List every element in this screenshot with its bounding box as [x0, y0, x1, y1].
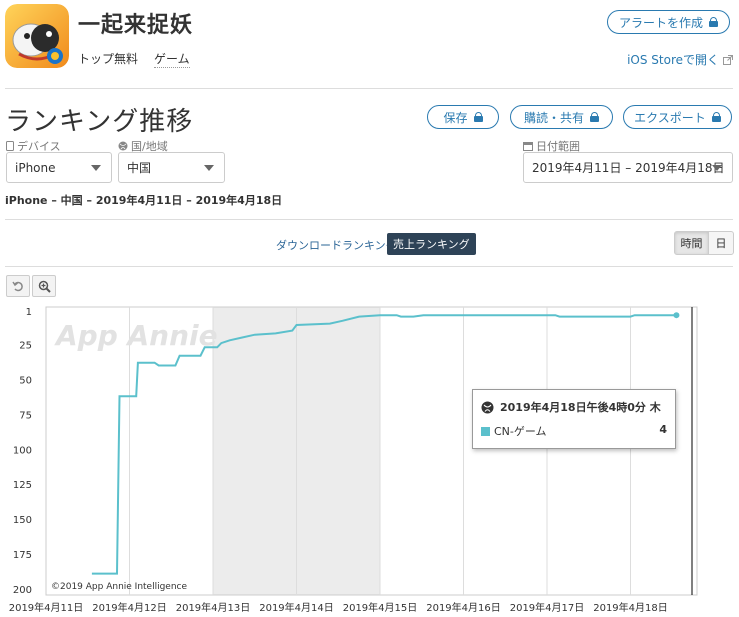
genre-label[interactable]: ゲーム [154, 50, 190, 68]
x-tick-label: 2019年4月17日 [510, 601, 585, 614]
y-tick-label: 200 [13, 585, 32, 596]
globe-icon [481, 401, 494, 413]
external-link-icon [723, 54, 733, 65]
ios-store-link[interactable]: iOS Storeで開く [627, 51, 733, 68]
plot-frame [45, 306, 698, 596]
y-tick-label: 175 [13, 550, 32, 561]
chevron-down-icon [712, 165, 722, 171]
chevron-down-icon [91, 165, 101, 171]
app-title: 一起来捉妖 [78, 13, 194, 38]
y-tick-label: 1 [26, 307, 32, 318]
lock-icon [709, 17, 718, 27]
date-range-value: 2019年4月11日 – 2019年4月18日 [532, 161, 725, 175]
ios-store-label: iOS Storeで開く [627, 53, 719, 67]
weekend-band [213, 307, 380, 595]
x-tick-label: 2019年4月15日 [343, 601, 418, 614]
x-tick-label: 2019年4月11日 [9, 601, 84, 614]
section-title: ランキング推移 [5, 107, 194, 137]
day-toggle[interactable]: 日 [708, 231, 734, 255]
reset-zoom-button[interactable] [6, 275, 30, 297]
summary-divider [5, 219, 733, 220]
tooltip-series-name: CN-ゲーム [494, 425, 547, 438]
category-rank-label[interactable]: トップ無料 [78, 50, 138, 67]
tooltip-value: 4 [659, 423, 667, 436]
calendar-icon [523, 142, 533, 151]
globe-icon [118, 141, 128, 151]
hour-toggle[interactable]: 時間 [674, 231, 709, 255]
header-divider [5, 88, 733, 89]
app-icon [5, 4, 69, 68]
tab-revenue-ranking[interactable]: 売上ランキング [387, 233, 476, 255]
y-tick-label: 125 [13, 480, 32, 491]
undo-icon [12, 281, 23, 292]
filter-summary: iPhone – 中国 – 2019年4月11日 – 2019年4月18日 [5, 194, 283, 207]
date-range-select[interactable]: 2019年4月11日 – 2019年4月18日 [523, 152, 733, 183]
save-label: 保存 [443, 110, 468, 125]
country-select[interactable]: 中国 [118, 152, 225, 183]
zoom-in-icon [38, 280, 51, 293]
tabs-divider [5, 266, 733, 267]
save-button[interactable]: 保存 [427, 105, 499, 129]
lock-icon [473, 112, 483, 122]
x-tick-label: 2019年4月16日 [426, 601, 501, 614]
x-tick-label: 2019年4月14日 [259, 601, 334, 614]
create-alert-label: アラートを作成 [618, 15, 703, 30]
lock-icon [590, 112, 599, 122]
chevron-down-icon [204, 165, 214, 171]
y-tick-label: 100 [13, 445, 32, 456]
y-tick-label: 50 [19, 375, 32, 386]
x-tick-label: 2019年4月12日 [92, 601, 167, 614]
x-tick-label: 2019年4月18日 [593, 601, 668, 614]
chart-tooltip: 2019年4月18日午後4時0分 木 CN-ゲーム 4 [472, 389, 676, 449]
device-icon [6, 141, 14, 151]
app-annie-watermark: App Annie [54, 319, 218, 352]
subscribe-share-button[interactable]: 購読・共有 [510, 105, 613, 129]
zoom-in-button[interactable] [32, 275, 56, 297]
y-tick-label: 150 [13, 515, 32, 526]
country-select-value: 中国 [127, 161, 152, 175]
series-color-swatch [481, 426, 490, 436]
subscribe-share-label: 購読・共有 [523, 110, 584, 125]
tab-download-ranking[interactable]: ダウンロードランキング [276, 237, 397, 253]
ranking-chart[interactable]: 1255075100125150175200 2019年4月11日 2019年4月… [0, 0, 739, 617]
device-select-value: iPhone [15, 160, 56, 175]
copyright-text: ©2019 App Annie Intelligence [51, 582, 188, 592]
export-button[interactable]: エクスポート [623, 105, 732, 129]
create-alert-button[interactable]: アラートを作成 [607, 10, 730, 34]
series-point [673, 312, 680, 319]
y-tick-label: 75 [19, 410, 32, 421]
lock-icon [711, 112, 721, 122]
device-select[interactable]: iPhone [6, 152, 112, 183]
export-label: エクスポート [634, 110, 706, 125]
tooltip-title: 2019年4月18日午後4時0分 木 [500, 401, 661, 414]
y-tick-label: 25 [19, 341, 32, 352]
x-tick-label: 2019年4月13日 [176, 601, 251, 614]
